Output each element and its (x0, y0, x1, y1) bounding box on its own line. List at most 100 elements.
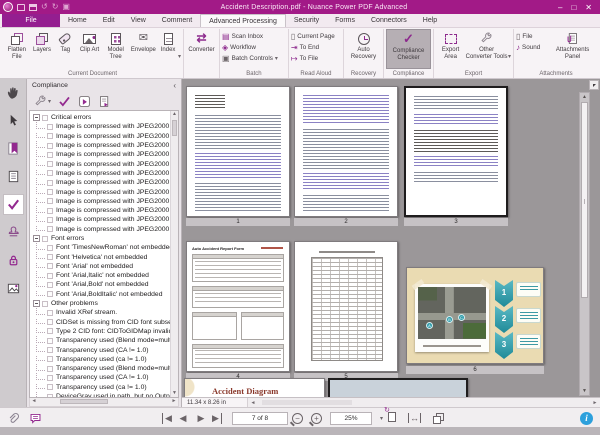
tree-item-critical-error[interactable]: Image is compressed with JPEG2000 (33, 169, 178, 178)
compliance-recheck-button[interactable] (58, 95, 71, 108)
auto-recovery-button[interactable]: Auto Recovery (346, 29, 381, 60)
stamps-panel-button[interactable] (3, 222, 24, 243)
batch-controls-dropdown-icon[interactable]: ▾ (275, 55, 278, 62)
first-page-button[interactable]: ◀ (162, 413, 174, 424)
tree-group-critical-errors[interactable]: Critical errors (33, 113, 178, 122)
scroll-left-icon[interactable]: ◄ (248, 400, 258, 406)
checkbox[interactable] (47, 189, 53, 195)
layers-button[interactable]: Layers (30, 29, 55, 54)
checkbox[interactable] (47, 366, 53, 372)
actual-size-button[interactable]: ↻ (388, 409, 396, 427)
checkbox[interactable] (47, 152, 53, 158)
other-converter-tools-button[interactable]: Other Converter Tools (465, 29, 508, 60)
page-thumbnail-1[interactable] (186, 86, 290, 217)
scrollbar-thumb[interactable] (581, 102, 588, 298)
tree-horizontal-scrollbar[interactable]: ◄ ► (29, 398, 179, 407)
tab-help[interactable]: Help (415, 14, 445, 27)
redo-icon[interactable]: ↻ (52, 3, 59, 11)
next-page-button[interactable]: ▶ (192, 413, 210, 424)
tab-home[interactable]: Home (60, 14, 95, 27)
pane-toggle-button[interactable] (589, 80, 599, 90)
minimize-button[interactable]: – (558, 3, 562, 12)
compliance-report-button[interactable] (98, 95, 111, 108)
scroll-right-icon[interactable]: ► (590, 400, 600, 406)
checkbox[interactable] (47, 143, 53, 149)
tab-edit[interactable]: Edit (95, 14, 123, 27)
tree-item-other-problem[interactable]: Invalid XRef stream. (33, 308, 178, 317)
tree-item-other-problem[interactable]: Transparency used (Blend mode=multiply (33, 336, 178, 345)
checkbox[interactable] (47, 338, 53, 344)
info-button[interactable]: i (580, 412, 593, 425)
previous-page-button[interactable]: ◀ (174, 413, 192, 424)
scroll-down-icon[interactable]: ▼ (171, 390, 178, 397)
pages-panel-button[interactable] (3, 166, 24, 187)
tab-forms[interactable]: Forms (327, 14, 363, 27)
undo-icon[interactable]: ↺ (41, 3, 48, 11)
converter-button[interactable]: ⇄ Converter (186, 29, 217, 54)
read-to-file-button[interactable]: ↦ To File (291, 53, 335, 64)
tree-item-other-problem[interactable]: Transparency used (ca != 1.0) (33, 355, 178, 364)
checkbox[interactable] (47, 226, 53, 232)
tree-item-other-problem[interactable]: Transparency used (CA != 1.0) (33, 373, 178, 382)
checkbox[interactable] (47, 208, 53, 214)
scroll-up-icon[interactable]: ▲ (171, 111, 178, 118)
export-area-button[interactable]: Export Area (436, 29, 465, 60)
tab-comment[interactable]: Comment (154, 14, 200, 27)
checkbox[interactable] (47, 384, 53, 390)
compliance-settings-dropdown-icon[interactable]: ▾ (48, 98, 51, 105)
collapse-expander-icon[interactable] (33, 114, 40, 121)
tree-item-font-error[interactable]: Font 'Arial' not embedded (33, 262, 178, 271)
checkbox[interactable] (42, 301, 48, 307)
export-more-dropdown-icon[interactable]: ▾ (508, 53, 511, 70)
tab-security[interactable]: Security (286, 14, 327, 27)
security-panel-button[interactable] (3, 250, 24, 271)
zoom-in-button[interactable]: + (311, 413, 322, 424)
tree-item-font-error[interactable]: Font 'Arial,BoldItalic' not embedded (33, 290, 178, 299)
tree-item-critical-error[interactable]: Image is compressed with JPEG2000 (33, 159, 178, 168)
scroll-up-icon[interactable]: ▲ (580, 93, 589, 101)
checkbox[interactable] (47, 310, 53, 316)
tree-item-font-error[interactable]: Font 'TimesNewRoman' not embedded (33, 243, 178, 252)
scroll-right-icon[interactable]: ► (170, 398, 178, 405)
zoom-dropdown-icon[interactable]: ▾ (380, 415, 383, 422)
attachments-panel-button[interactable]: Attachments Panel (549, 29, 596, 60)
checkbox[interactable] (47, 282, 53, 288)
checkbox[interactable] (47, 347, 53, 353)
tree-item-other-problem[interactable]: Transparency used (Blend mode=multiply (33, 364, 178, 373)
flatten-file-button[interactable]: Flatten File (4, 29, 30, 60)
tree-item-critical-error[interactable]: Image is compressed with JPEG2000 (33, 187, 178, 196)
tree-group-font-errors[interactable]: Font errors (33, 234, 178, 243)
envelope-button[interactable]: ✉ Envelope (129, 29, 159, 54)
page-thumbnail-5[interactable] (294, 241, 398, 372)
checkbox[interactable] (47, 180, 53, 186)
tree-item-critical-error[interactable]: Image is compressed with JPEG2000 (33, 141, 178, 150)
zoom-out-button[interactable]: − (292, 413, 303, 424)
page-thumbnail-3[interactable] (404, 86, 508, 217)
tree-item-other-problem[interactable]: Transparency used (CA != 1.0) (33, 345, 178, 354)
model-tree-button[interactable]: Model Tree (103, 29, 129, 60)
batch-controls-button[interactable]: ▣ Batch Controls ▾ (222, 53, 278, 64)
scrollbar-thumb[interactable] (172, 120, 177, 136)
hand-tool-button[interactable] (3, 82, 24, 103)
checkbox[interactable] (47, 217, 53, 223)
tab-advanced-processing[interactable]: Advanced Processing (200, 14, 286, 27)
tree-item-critical-error[interactable]: Image is compressed with JPEG2000 (33, 225, 178, 234)
tree-item-critical-error[interactable]: Image is compressed with JPEG2000 (33, 150, 178, 159)
checkbox[interactable] (47, 245, 53, 251)
document-horizontal-scrollbar[interactable] (258, 398, 590, 407)
checkbox[interactable] (42, 236, 48, 242)
zoom-level-field[interactable]: 25% (330, 412, 372, 425)
tree-item-critical-error[interactable]: Image is compressed with JPEG2000 (33, 206, 178, 215)
index-button[interactable]: Index (158, 29, 178, 54)
checkbox[interactable] (47, 254, 53, 260)
attachments-paperclip-icon[interactable] (6, 412, 19, 425)
page-thumbnail-4[interactable]: Auto Accident Report Form (186, 241, 290, 372)
page-indicator-field[interactable]: 7 of 8 (232, 412, 288, 425)
checkbox[interactable] (47, 198, 53, 204)
checkbox[interactable] (47, 291, 53, 297)
clip-art-button[interactable]: Clip Art (76, 29, 103, 54)
tree-item-other-problem[interactable]: Type 2 CID font: CIDToGIDMap invalid or … (33, 327, 178, 336)
tree-item-critical-error[interactable]: Image is compressed with JPEG2000 (33, 132, 178, 141)
checkbox[interactable] (47, 273, 53, 279)
tree-item-font-error[interactable]: Font 'Arial,Bold' not embedded (33, 280, 178, 289)
